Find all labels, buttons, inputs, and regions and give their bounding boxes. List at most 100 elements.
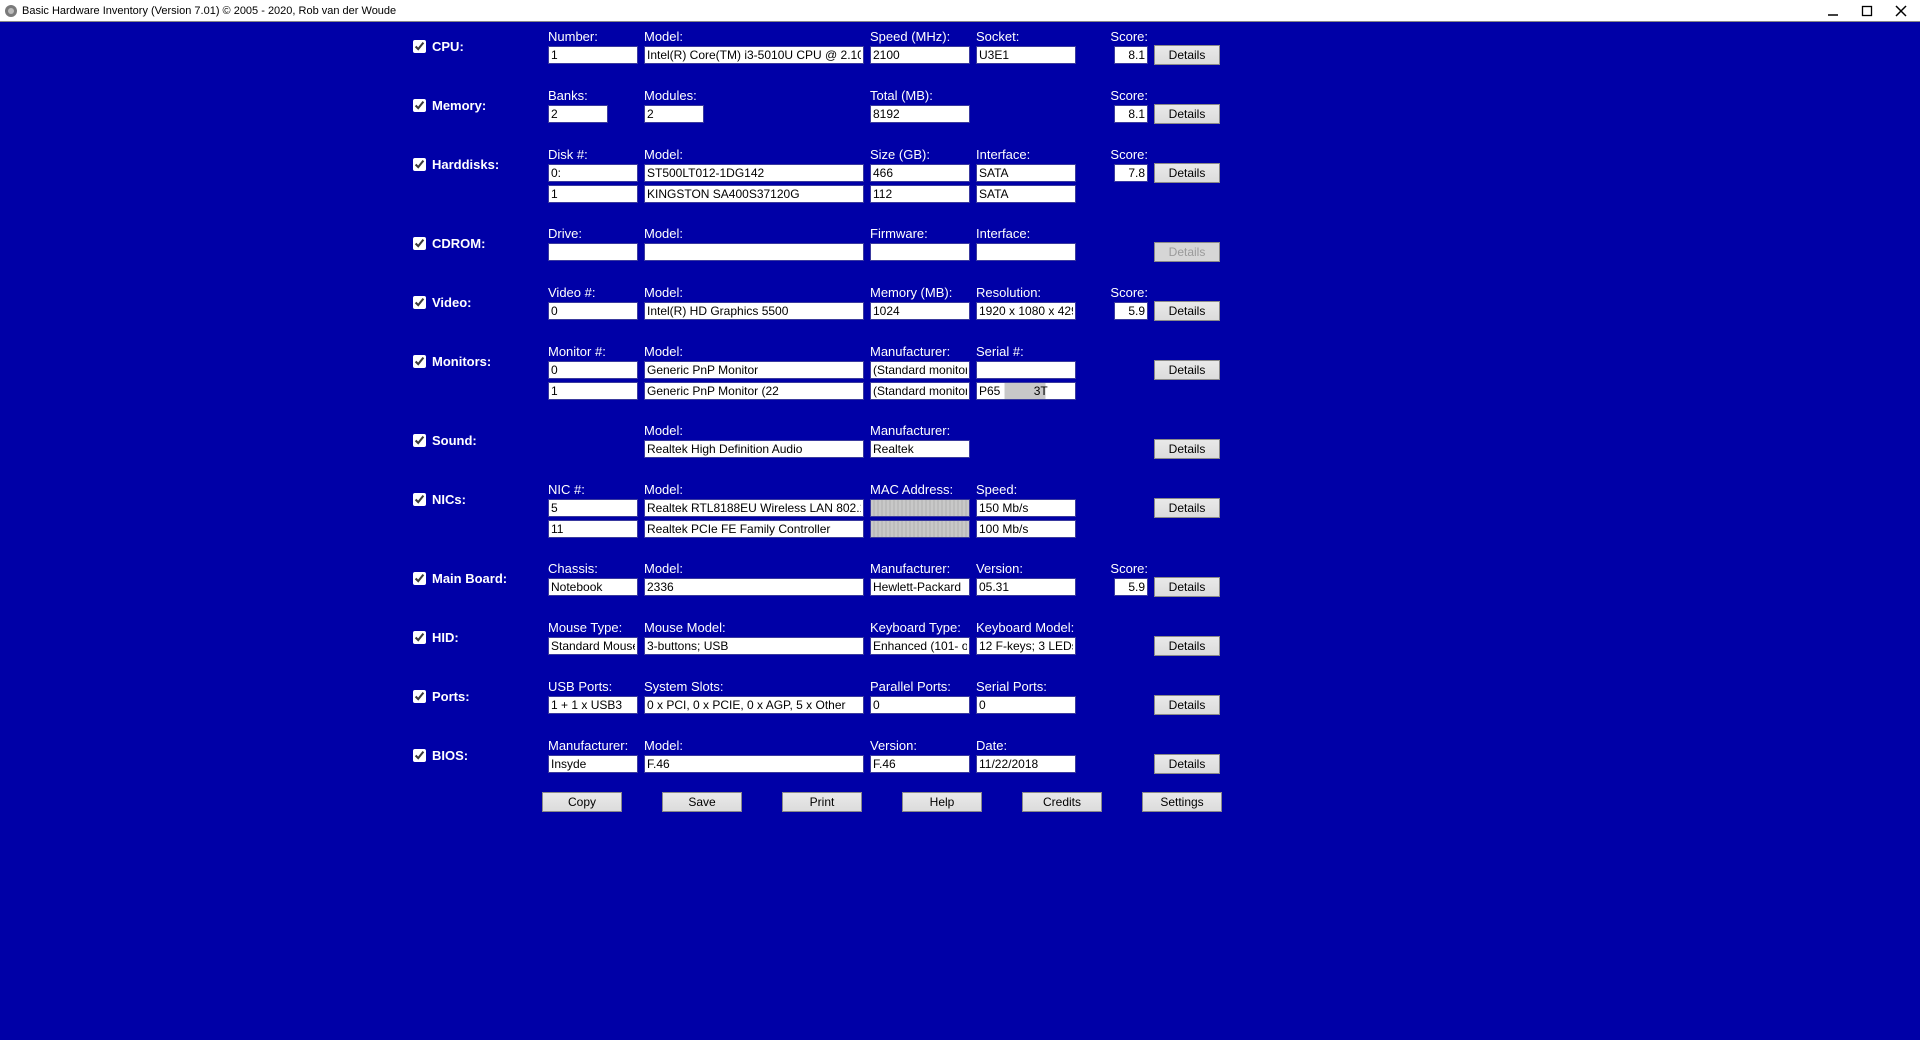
monitor-model-input-0[interactable] xyxy=(644,361,864,379)
nic-mac-input-0[interactable] xyxy=(870,499,970,517)
ports-serial-input[interactable] xyxy=(976,696,1076,714)
video-resolution-input[interactable] xyxy=(976,302,1076,320)
ports-slots-input[interactable] xyxy=(644,696,864,714)
mb-score-input[interactable] xyxy=(1114,578,1148,596)
save-button[interactable]: Save xyxy=(662,792,742,812)
nics-details-button[interactable]: Details xyxy=(1154,498,1220,518)
cpu-number-input[interactable] xyxy=(548,46,638,64)
cdrom-details-button: Details xyxy=(1154,242,1220,262)
monitor-manufacturer-input-0[interactable] xyxy=(870,361,970,379)
nic-model-input-1[interactable] xyxy=(644,520,864,538)
memory-modules-input[interactable] xyxy=(644,105,704,123)
memory-banks-input[interactable] xyxy=(548,105,608,123)
hdd-size-input-1[interactable] xyxy=(870,185,970,203)
monitor-model-input-1[interactable] xyxy=(644,382,864,400)
ports-checkbox[interactable] xyxy=(413,690,426,703)
bios-manufacturer-input[interactable] xyxy=(548,755,638,773)
ports-usb-input[interactable] xyxy=(548,696,638,714)
video-score-input[interactable] xyxy=(1114,302,1148,320)
nic-num-input-0[interactable] xyxy=(548,499,638,517)
mainboard-details-button[interactable]: Details xyxy=(1154,577,1220,597)
settings-button[interactable]: Settings xyxy=(1142,792,1222,812)
cpu-checkbox[interactable] xyxy=(413,40,426,53)
bios-model-input[interactable] xyxy=(644,755,864,773)
sound-model-input[interactable] xyxy=(644,440,864,458)
hid-kbmodel-input[interactable] xyxy=(976,637,1076,655)
bios-checkbox[interactable] xyxy=(413,749,426,762)
hid-details-button[interactable]: Details xyxy=(1154,636,1220,656)
nics-label: NICs: xyxy=(432,492,542,507)
video-checkbox[interactable] xyxy=(413,296,426,309)
hid-mousemodel-label: Mouse Model: xyxy=(644,620,864,635)
close-icon[interactable] xyxy=(1894,4,1908,18)
cdrom-model-input[interactable] xyxy=(644,243,864,261)
maximize-icon[interactable] xyxy=(1860,4,1874,18)
cdrom-drive-input[interactable] xyxy=(548,243,638,261)
cpu-details-button[interactable]: Details xyxy=(1154,45,1220,65)
video-details-button[interactable]: Details xyxy=(1154,301,1220,321)
hdd-details-button[interactable]: Details xyxy=(1154,163,1220,183)
hdd-model-input-0[interactable] xyxy=(644,164,864,182)
mb-version-input[interactable] xyxy=(976,578,1076,596)
hdd-disk-input-0[interactable] xyxy=(548,164,638,182)
mb-manufacturer-input[interactable] xyxy=(870,578,970,596)
copy-button[interactable]: Copy xyxy=(542,792,622,812)
memory-score-input[interactable] xyxy=(1114,105,1148,123)
nics-checkbox[interactable] xyxy=(413,493,426,506)
hdd-disk-input-1[interactable] xyxy=(548,185,638,203)
hid-mousetype-input[interactable] xyxy=(548,637,638,655)
monitor-serial-input-0[interactable] xyxy=(976,361,1076,379)
nic-speed-input-1[interactable] xyxy=(976,520,1076,538)
memory-details-button[interactable]: Details xyxy=(1154,104,1220,124)
hdd-model-input-1[interactable] xyxy=(644,185,864,203)
monitor-serial-input-1[interactable] xyxy=(976,382,1076,400)
hid-mousemodel-input[interactable] xyxy=(644,637,864,655)
nic-speed-input-0[interactable] xyxy=(976,499,1076,517)
hdd-checkbox[interactable] xyxy=(413,158,426,171)
hdd-score-input[interactable] xyxy=(1114,164,1148,182)
cdrom-interface-input[interactable] xyxy=(976,243,1076,261)
monitors-details-button[interactable]: Details xyxy=(1154,360,1220,380)
bios-details-button[interactable]: Details xyxy=(1154,754,1220,774)
hid-checkbox[interactable] xyxy=(413,631,426,644)
minimize-icon[interactable] xyxy=(1826,4,1840,18)
credits-button[interactable]: Credits xyxy=(1022,792,1102,812)
mb-version-label: Version: xyxy=(976,561,1076,576)
video-num-input[interactable] xyxy=(548,302,638,320)
cpu-speed-input[interactable] xyxy=(870,46,970,64)
monitor-serial-label: Serial #: xyxy=(976,344,1076,359)
cdrom-firmware-input[interactable] xyxy=(870,243,970,261)
video-memory-input[interactable] xyxy=(870,302,970,320)
sound-details-button[interactable]: Details xyxy=(1154,439,1220,459)
monitor-num-input-0[interactable] xyxy=(548,361,638,379)
bios-date-input[interactable] xyxy=(976,755,1076,773)
monitor-num-input-1[interactable] xyxy=(548,382,638,400)
hdd-interface-input-0[interactable] xyxy=(976,164,1076,182)
nic-mac-input-1[interactable] xyxy=(870,520,970,538)
hdd-size-input-0[interactable] xyxy=(870,164,970,182)
nic-num-input-1[interactable] xyxy=(548,520,638,538)
cpu-model-input[interactable] xyxy=(644,46,864,64)
cdrom-checkbox[interactable] xyxy=(413,237,426,250)
ports-parallel-input[interactable] xyxy=(870,696,970,714)
mb-model-input[interactable] xyxy=(644,578,864,596)
ports-details-button[interactable]: Details xyxy=(1154,695,1220,715)
sound-manufacturer-input[interactable] xyxy=(870,440,970,458)
print-button[interactable]: Print xyxy=(782,792,862,812)
nic-model-input-0[interactable] xyxy=(644,499,864,517)
monitor-manufacturer-input-1[interactable] xyxy=(870,382,970,400)
cpu-socket-input[interactable] xyxy=(976,46,1076,64)
video-model-input[interactable] xyxy=(644,302,864,320)
memory-checkbox[interactable] xyxy=(413,99,426,112)
hdd-model-label: Model: xyxy=(644,147,864,162)
hid-kbtype-input[interactable] xyxy=(870,637,970,655)
sound-checkbox[interactable] xyxy=(413,434,426,447)
mb-chassis-input[interactable] xyxy=(548,578,638,596)
help-button[interactable]: Help xyxy=(902,792,982,812)
hdd-interface-input-1[interactable] xyxy=(976,185,1076,203)
memory-total-input[interactable] xyxy=(870,105,970,123)
monitors-checkbox[interactable] xyxy=(413,355,426,368)
bios-version-input[interactable] xyxy=(870,755,970,773)
cpu-score-input[interactable] xyxy=(1114,46,1148,64)
mainboard-checkbox[interactable] xyxy=(413,572,426,585)
